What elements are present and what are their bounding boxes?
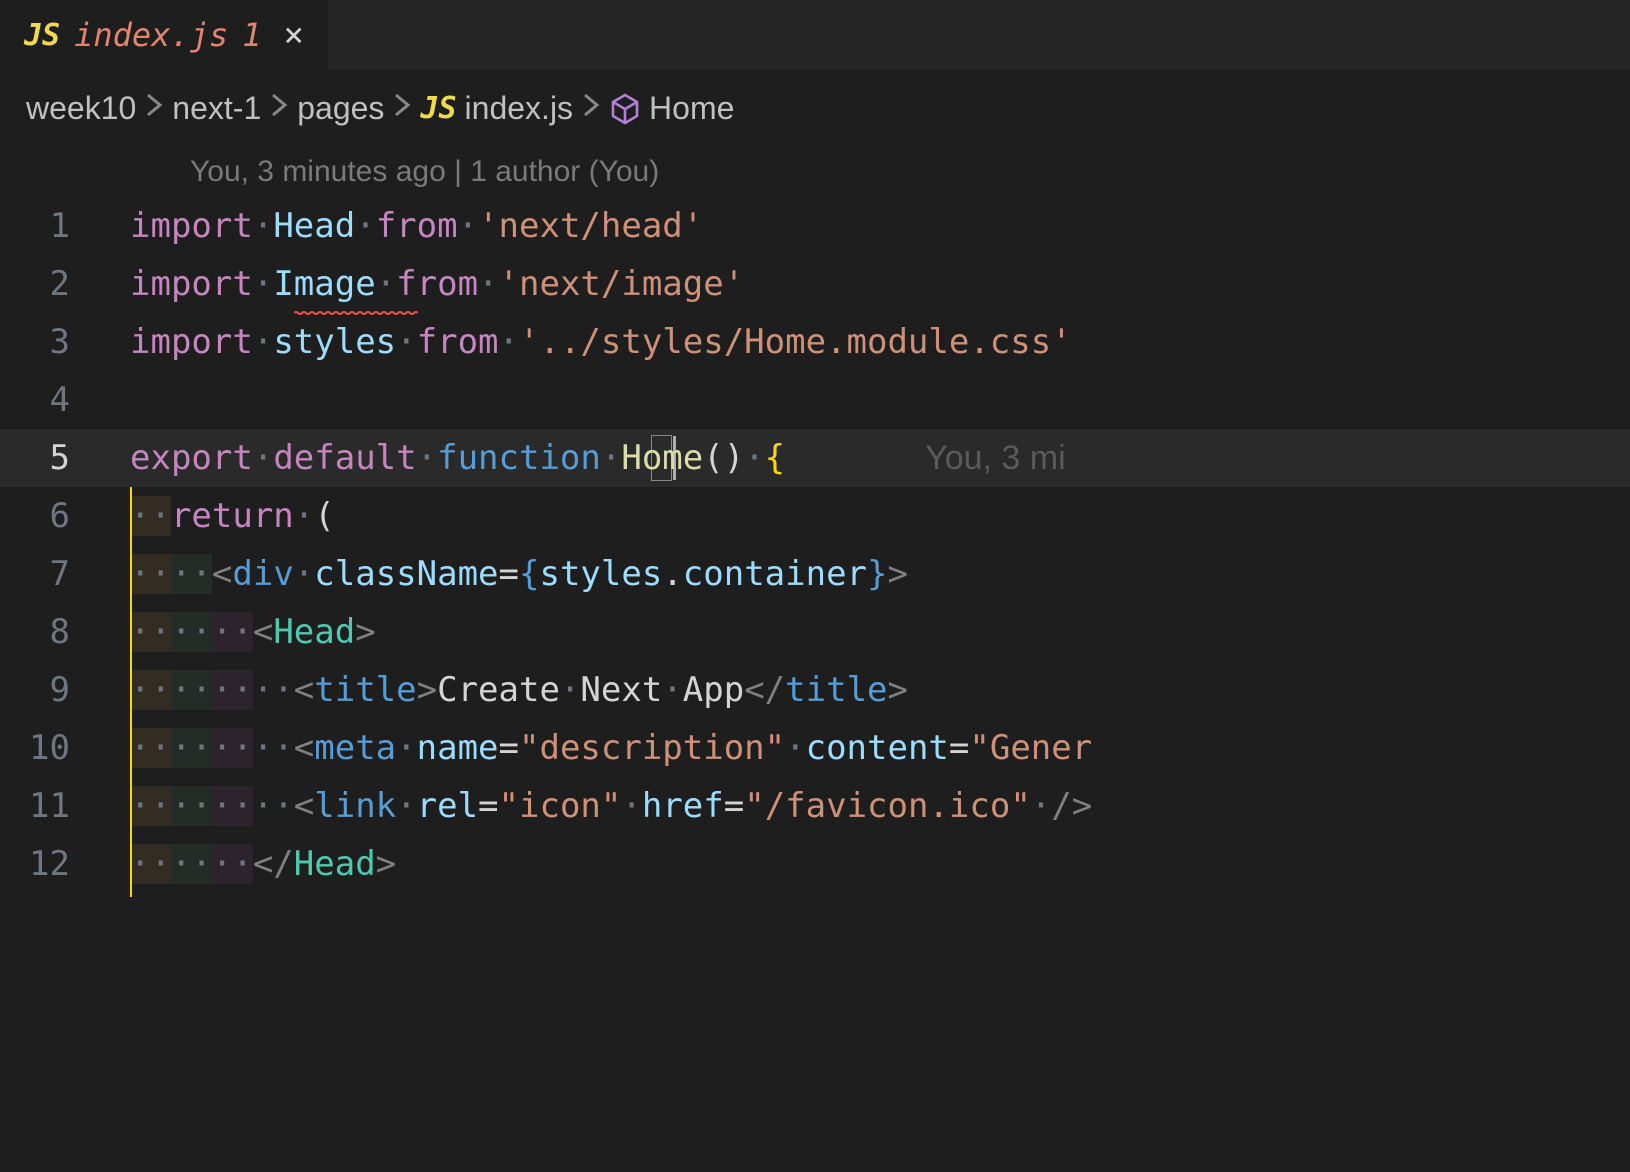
breadcrumb-segment[interactable]: next-1: [172, 90, 261, 127]
js-file-icon: JS: [420, 91, 456, 126]
chevron-right-icon: [581, 91, 601, 126]
code-line[interactable]: 6 ··return·(: [0, 487, 1630, 545]
breadcrumb-segment[interactable]: pages: [297, 90, 384, 127]
code-line[interactable]: 11 ········<link·rel="icon"·href="/favic…: [0, 777, 1630, 835]
breadcrumb-filename[interactable]: index.js: [465, 90, 574, 127]
line-number[interactable]: 2: [0, 264, 130, 304]
chevron-right-icon: [269, 91, 289, 126]
breadcrumb-symbol[interactable]: Home: [649, 90, 734, 127]
line-number[interactable]: 5: [0, 438, 130, 478]
code-editor[interactable]: 1 import·Head·from·'next/head' 2 import·…: [0, 197, 1630, 893]
code-line[interactable]: 9 ········<title>Create·Next·App</title>: [0, 661, 1630, 719]
code-content[interactable]: import·Head·from·'next/head': [130, 206, 703, 246]
code-content[interactable]: import·styles·from·'../styles/Home.modul…: [130, 322, 1072, 362]
code-content[interactable]: export·default·function·Home()·{: [130, 438, 785, 478]
symbol-method-icon: [609, 93, 641, 125]
line-number[interactable]: 9: [0, 670, 130, 710]
close-icon[interactable]: ×: [284, 15, 304, 55]
code-line[interactable]: 8 ······<Head>: [0, 603, 1630, 661]
code-content[interactable]: ······<Head>: [130, 612, 376, 652]
line-number[interactable]: 6: [0, 496, 130, 536]
line-number[interactable]: 3: [0, 322, 130, 362]
tab-filename: index.js: [74, 16, 228, 54]
line-number[interactable]: 8: [0, 612, 130, 652]
code-content[interactable]: ········<title>Create·Next·App</title>: [130, 670, 908, 710]
chevron-right-icon: [392, 91, 412, 126]
editor-tab[interactable]: JS index.js 1 ×: [0, 0, 328, 70]
code-line[interactable]: 10 ········<meta·name="description"·cont…: [0, 719, 1630, 777]
gitlens-blame-inline: You, 3 mi: [925, 439, 1066, 478]
js-file-icon: JS: [24, 18, 60, 53]
code-content[interactable]: ········<link·rel="icon"·href="/favicon.…: [130, 786, 1092, 826]
line-number[interactable]: 7: [0, 554, 130, 594]
breadcrumb: week10 next-1 pages JS index.js Home: [0, 70, 1630, 147]
code-line[interactable]: 2 import·Image·from·'next/image': [0, 255, 1630, 313]
code-line[interactable]: 4: [0, 371, 1630, 429]
line-number[interactable]: 1: [0, 206, 130, 246]
breadcrumb-segment[interactable]: week10: [26, 90, 136, 127]
code-content[interactable]: ··return·(: [130, 496, 335, 536]
code-content[interactable]: ········<meta·name="description"·content…: [130, 728, 1092, 768]
tab-bar: JS index.js 1 ×: [0, 0, 1630, 70]
line-number[interactable]: 12: [0, 844, 130, 884]
chevron-right-icon: [144, 91, 164, 126]
code-content[interactable]: ····<div·className={styles.container}>: [130, 554, 908, 594]
gitlens-codelens[interactable]: You, 3 minutes ago | 1 author (You): [0, 155, 1630, 189]
tab-problems-badge: 1: [242, 16, 261, 54]
line-number[interactable]: 4: [0, 380, 130, 420]
line-number[interactable]: 10: [0, 728, 130, 768]
code-content[interactable]: ······</Head>: [130, 844, 396, 884]
code-line[interactable]: 12 ······</Head>: [0, 835, 1630, 893]
code-content[interactable]: import·Image·from·'next/image': [130, 264, 744, 304]
code-line[interactable]: 5 export·default·function·Home()·{ You, …: [0, 429, 1630, 487]
code-line[interactable]: 3 import·styles·from·'../styles/Home.mod…: [0, 313, 1630, 371]
code-line[interactable]: 7 ····<div·className={styles.container}>: [0, 545, 1630, 603]
code-line[interactable]: 1 import·Head·from·'next/head': [0, 197, 1630, 255]
line-number[interactable]: 11: [0, 786, 130, 826]
